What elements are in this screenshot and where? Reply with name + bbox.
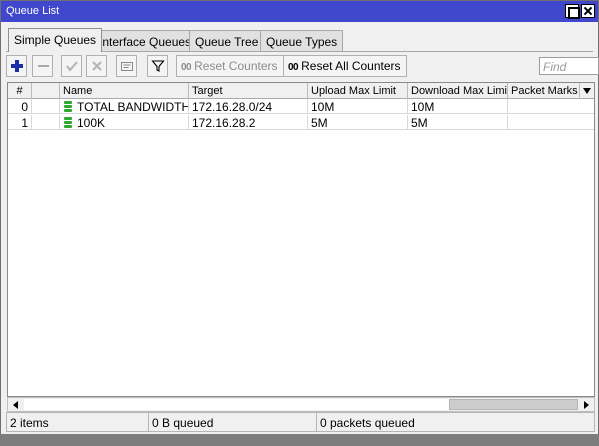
row-name-text: 100K [77, 116, 106, 130]
row-index: 1 [8, 115, 32, 130]
comment-button[interactable] [116, 55, 137, 77]
tab-simple-queues[interactable]: Simple Queues [8, 28, 103, 52]
background-strip [0, 434, 599, 446]
table-row[interactable]: 1 100K 172.16.28.2 5M 5M [8, 115, 594, 130]
column-chooser-icon[interactable] [580, 83, 594, 99]
queue-icon [64, 117, 72, 129]
row-flags [32, 99, 60, 114]
tab-queue-tree[interactable]: Queue Tree [189, 30, 265, 52]
comment-icon [121, 62, 133, 71]
minus-icon [38, 65, 49, 67]
queue-table: # Name Target Upload Max Limit Download … [7, 82, 595, 397]
queue-icon [64, 101, 72, 113]
status-packets-queued: 0 packets queued [316, 412, 595, 432]
reset-counters-button[interactable]: 00 Reset Counters [176, 55, 284, 77]
title-bar[interactable]: Queue List [1, 1, 598, 22]
row-packet-marks [508, 115, 594, 130]
disable-button[interactable] [86, 55, 107, 77]
check-icon [66, 61, 78, 72]
row-index: 0 [8, 99, 32, 114]
find-input[interactable]: Find [539, 57, 599, 75]
status-bar: 2 items 0 B queued 0 packets queued [6, 412, 595, 432]
column-header-index[interactable]: # [8, 83, 32, 99]
status-items: 2 items [6, 412, 149, 432]
reset-all-counters-label: Reset All Counters [301, 59, 401, 73]
tab-queue-types[interactable]: Queue Types [260, 30, 344, 52]
add-button[interactable] [6, 55, 27, 77]
window-title: Queue List [6, 5, 60, 17]
row-target: 172.16.28.2 [189, 115, 308, 130]
status-bytes-queued: 0 B queued [148, 412, 317, 432]
scroll-left-icon[interactable] [9, 398, 23, 411]
queue-list-window: Queue List Simple Queues Interface Queue… [0, 0, 599, 446]
plus-icon [11, 60, 23, 72]
column-header-target[interactable]: Target [189, 83, 308, 99]
scroll-right-icon[interactable] [579, 398, 593, 411]
row-target: 172.16.28.0/24 [189, 99, 308, 114]
close-button[interactable] [581, 4, 595, 18]
row-flags [32, 115, 60, 130]
row-name-text: TOTAL BANDWIDTH [77, 100, 189, 114]
scroll-track[interactable] [24, 399, 449, 410]
counter-icon: 00 [181, 62, 192, 73]
reset-counters-label: Reset Counters [194, 59, 278, 73]
tab-interface-queues[interactable]: Interface Queues [93, 30, 198, 52]
row-name: 100K [60, 115, 189, 130]
horizontal-scrollbar[interactable] [7, 397, 595, 412]
x-icon [92, 61, 102, 71]
row-packet-marks [508, 99, 594, 114]
table-header: # Name Target Upload Max Limit Download … [8, 83, 594, 99]
row-download-max-limit: 5M [408, 115, 508, 130]
filter-button[interactable] [147, 55, 168, 77]
row-download-max-limit: 10M [408, 99, 508, 114]
counter-icon: 00 [288, 62, 299, 73]
scroll-thumb[interactable] [449, 399, 578, 410]
column-header-name[interactable]: Name [60, 83, 189, 99]
row-upload-max-limit: 5M [308, 115, 408, 130]
reset-all-counters-button[interactable]: 00 Reset All Counters [283, 55, 407, 77]
column-header-upload-max-limit[interactable]: Upload Max Limit [308, 83, 408, 99]
column-header-download-max-limit[interactable]: Download Max Limit [408, 83, 508, 99]
table-row[interactable]: 0 TOTAL BANDWIDTH 172.16.28.0/24 10M 10M [8, 99, 594, 114]
filter-icon [151, 60, 165, 72]
restore-button[interactable] [565, 4, 580, 19]
column-header-packet-marks[interactable]: Packet Marks [508, 83, 580, 99]
row-name: TOTAL BANDWIDTH [60, 99, 189, 114]
column-header-flags[interactable] [32, 83, 60, 99]
row-upload-max-limit: 10M [308, 99, 408, 114]
enable-button[interactable] [61, 55, 82, 77]
remove-button[interactable] [32, 55, 53, 77]
